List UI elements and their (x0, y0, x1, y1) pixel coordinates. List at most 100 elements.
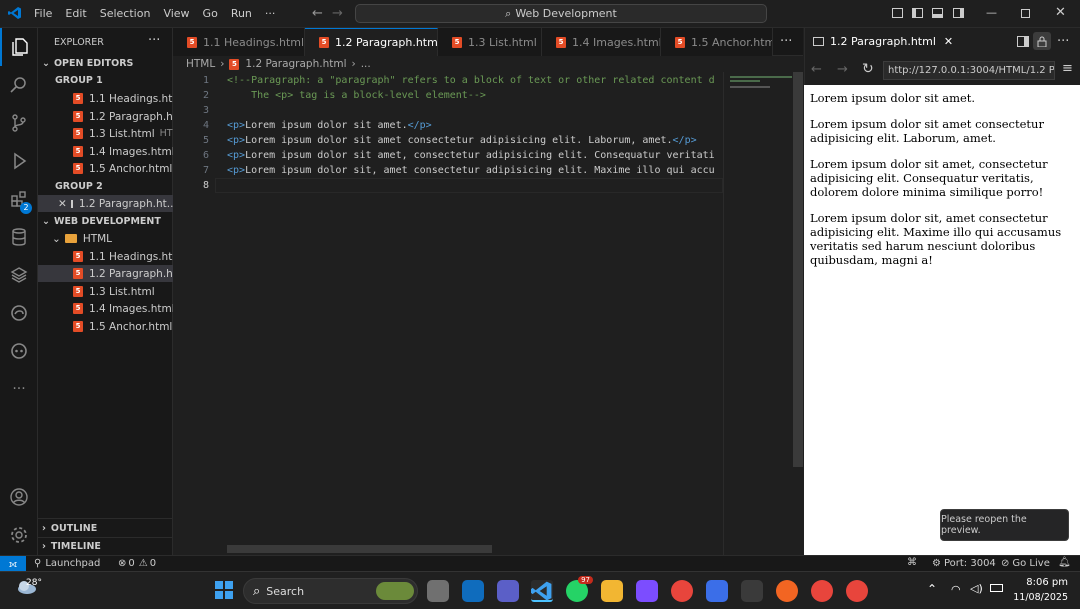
copilot-icon[interactable] (0, 332, 38, 370)
task-view-icon[interactable] (427, 580, 449, 602)
outline-header[interactable]: › OUTLINE (38, 520, 173, 537)
back-arrow-icon[interactable]: ← (312, 6, 323, 21)
more-views-icon[interactable]: ··· (0, 370, 38, 408)
open-editor-item[interactable]: 51.5 Anchor.html... (38, 160, 173, 177)
chrome-profile-icon[interactable] (811, 580, 833, 602)
brave-icon[interactable] (776, 580, 798, 602)
teams-icon[interactable] (497, 580, 519, 602)
menu-selection[interactable]: Selection (100, 7, 151, 20)
customize-layout-icon[interactable] (892, 8, 903, 18)
launchpad-item[interactable]: ⚲ Launchpad (34, 558, 100, 569)
windows-start-icon[interactable] (215, 581, 233, 599)
port-item[interactable]: ⚙ Port: 3004 (932, 558, 996, 569)
tab-headings[interactable]: 5 1.1 Headings.html (173, 28, 305, 56)
chevron-up-icon[interactable]: ⌃ (927, 582, 937, 596)
layers-icon[interactable] (0, 256, 38, 294)
file-item[interactable]: 5 1.5 Anchor.html (38, 318, 173, 335)
notifications-bell-icon[interactable]: 🔔︎ (1058, 557, 1071, 568)
search-view-icon[interactable] (0, 66, 38, 104)
edge-devtools-icon[interactable] (0, 294, 38, 332)
maximize-icon[interactable] (1021, 9, 1030, 18)
close-icon[interactable]: ✕ (944, 35, 953, 48)
forward-arrow-icon[interactable]: → (837, 62, 848, 77)
copilot-taskbar-icon[interactable] (706, 580, 728, 602)
chrome-profile-icon[interactable] (846, 580, 868, 602)
lock-icon[interactable] (1033, 32, 1051, 50)
tab-anchor[interactable]: 5 1.5 Anchor.html (661, 28, 773, 56)
chrome-icon[interactable] (671, 580, 693, 602)
menu-more[interactable]: ··· (265, 7, 276, 20)
menu-view[interactable]: View (163, 7, 189, 20)
close-icon[interactable]: ✕ (58, 198, 67, 210)
back-arrow-icon[interactable]: ← (811, 62, 822, 77)
open-editor-item[interactable]: 51.2 Paragraph.ht... (38, 108, 173, 125)
group1-header[interactable]: GROUP 1 (38, 72, 173, 89)
extensions-icon[interactable]: 2 (0, 180, 38, 218)
preview-tab[interactable]: 1.2 Paragraph.html ✕ (813, 35, 953, 48)
menu-edit[interactable]: Edit (65, 7, 86, 20)
toggle-secondary-sidebar-icon[interactable] (953, 8, 964, 18)
breadcrumb-file[interactable]: 1.2 Paragraph.html (245, 58, 346, 70)
code-editor[interactable]: 1 2 3 4 5 6 7 8 <!--Paragraph: a "paragr… (173, 72, 803, 555)
explorer-more-icon[interactable]: ··· (148, 33, 160, 48)
command-center-search[interactable]: ⌕ Web Development (355, 4, 767, 23)
forward-arrow-icon[interactable]: → (332, 6, 343, 21)
tab-list[interactable]: 5 1.3 List.html (438, 28, 542, 56)
timeline-header[interactable]: › TIMELINE (38, 538, 173, 555)
broadcast-icon[interactable]: ⌘ (907, 557, 917, 568)
davinci-icon[interactable] (741, 580, 763, 602)
group2-header[interactable]: GROUP 2 (38, 178, 173, 195)
preview-more-icon[interactable]: ··· (1057, 34, 1069, 49)
file-item[interactable]: 5 1.4 Images.html (38, 300, 173, 317)
open-editor-item[interactable]: 5 1.1 Headings.ht... (38, 90, 173, 107)
editor-more-icon[interactable]: ··· (780, 34, 792, 49)
folder-html[interactable]: ⌄ HTML (38, 230, 173, 247)
outlook-icon[interactable] (462, 580, 484, 602)
file-item[interactable]: 51.1 Headings.html (38, 248, 173, 265)
wifi-icon[interactable]: ◠ (951, 583, 961, 596)
close-window-icon[interactable]: ✕ (1055, 5, 1066, 20)
menu-file[interactable]: File (34, 7, 52, 20)
breadcrumb-folder[interactable]: HTML (186, 58, 215, 70)
project-header[interactable]: ⌄ WEB DEVELOPMENT (38, 213, 173, 230)
toggle-sidebar-icon[interactable] (912, 8, 923, 18)
settings-gear-icon[interactable] (0, 516, 38, 554)
battery-icon[interactable] (990, 584, 1003, 592)
volume-icon[interactable]: ◁) (970, 582, 983, 595)
minimize-icon[interactable]: — (986, 6, 997, 19)
go-live-button[interactable]: ⊘ Go Live (1001, 558, 1050, 569)
open-editors-header[interactable]: ⌄ OPEN EDITORS (38, 55, 173, 72)
clock-time[interactable]: 8:06 pm (1018, 577, 1068, 588)
breadcrumb-symbol[interactable]: ... (361, 58, 371, 70)
reload-icon[interactable]: ↻ (862, 61, 874, 77)
explorer-icon[interactable] (0, 28, 38, 66)
open-editor-item[interactable]: 51.4 Images.html... (38, 143, 173, 160)
split-editor-icon[interactable] (1017, 36, 1029, 47)
hamburger-menu-icon[interactable]: ≡ (1062, 61, 1073, 76)
file-item[interactable]: 5 1.3 List.html (38, 283, 173, 300)
account-icon[interactable] (0, 478, 38, 516)
horizontal-scrollbar[interactable] (227, 545, 492, 553)
menu-run[interactable]: Run (231, 7, 252, 20)
vertical-scrollbar[interactable] (793, 72, 803, 467)
url-bar[interactable]: http://127.0.0.1:3004/HTML/1.2 Para (883, 61, 1055, 80)
open-editor-item-preview[interactable]: ✕ 1.2 Paragraph.ht... (38, 195, 173, 212)
app-icon[interactable] (636, 580, 658, 602)
run-debug-icon[interactable] (0, 142, 38, 180)
menu-go[interactable]: Go (203, 7, 218, 20)
clock-date[interactable]: 11/08/2025 (1010, 592, 1068, 603)
toggle-panel-icon[interactable] (932, 8, 943, 18)
whatsapp-icon[interactable]: 97 (566, 576, 593, 602)
source-control-icon[interactable] (0, 104, 38, 142)
taskbar-search-box[interactable]: ⌕ Search (243, 578, 418, 604)
open-editor-item[interactable]: 51.3 List.htmlHTML (38, 125, 173, 142)
file-item-selected[interactable]: 51.2 Paragraph.ht... (38, 265, 173, 282)
vscode-taskbar-icon[interactable] (531, 580, 553, 602)
minimap[interactable] (723, 72, 793, 555)
tab-images[interactable]: 5 1.4 Images.html (542, 28, 661, 56)
file-explorer-icon[interactable] (601, 580, 623, 602)
remote-icon[interactable]: ⟗ (0, 556, 26, 572)
problems-item[interactable]: ⊗ 0 ⚠ 0 (118, 558, 156, 569)
tab-paragraph[interactable]: 51.2 Paragraph.html✕ (305, 28, 438, 56)
database-icon[interactable] (0, 218, 38, 256)
